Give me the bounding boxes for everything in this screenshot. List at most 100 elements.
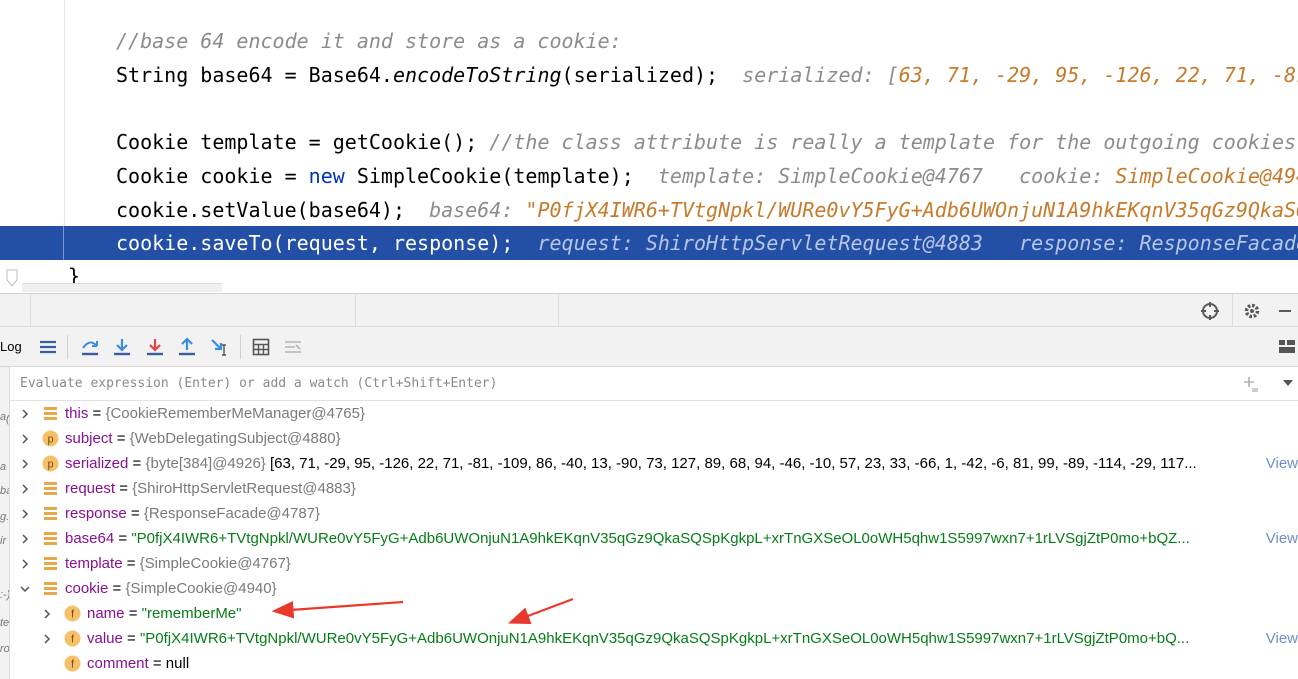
chevron-down-icon[interactable] (1282, 379, 1294, 387)
variable-string-value: "P0fjX4IWR6+TVtgNpkl/WURe0vY5FyG+Adb6UWO… (139, 630, 1190, 647)
view-link[interactable]: View (1263, 451, 1298, 476)
code-comment: //the class attribute is really a templa… (489, 130, 1297, 154)
equals-sign: = (126, 505, 144, 522)
field-list-icon (42, 505, 59, 522)
variable-row-cookie[interactable]: cookie = {SimpleCookie@4940} (10, 576, 1298, 601)
code-text: String base64 = Base64. (116, 63, 393, 87)
variable-row-template[interactable]: template = {SimpleCookie@4767} (10, 551, 1298, 576)
variable-text: subject = {WebDelegatingSubject@4880} (65, 426, 341, 451)
variable-text: cookie = {SimpleCookie@4940} (65, 576, 277, 601)
variables-tree: this = {CookieRememberMeManager@4765} p su… (10, 401, 1298, 679)
variable-type: {byte[384]@4926} (145, 455, 266, 472)
evaluate-expression-input[interactable] (10, 367, 1230, 399)
chevron-right-icon[interactable] (18, 501, 32, 526)
step-into-icon[interactable] (111, 336, 133, 358)
layout-icon[interactable] (1276, 336, 1298, 358)
variable-text: comment = null (87, 651, 189, 676)
inline-hint-label: cookie: (1019, 164, 1116, 188)
chevron-right-icon[interactable] (18, 551, 32, 576)
variable-text: name = "rememberMe" (87, 601, 241, 626)
code-line-cookie: Cookie cookie = new SimpleCookie(templat… (0, 159, 1298, 193)
horizontal-scrollbar[interactable] (22, 283, 222, 292)
code-text: cookie.setValue(base64); (116, 198, 405, 222)
variable-type: {CookieRememberMeManager@4765} (105, 405, 365, 422)
code-text: SimpleCookie(template); (344, 164, 634, 188)
variable-row-request[interactable]: request = {ShiroHttpServletRequest@4883} (10, 476, 1298, 501)
inline-hint-value: "P0fjX4IWR6+TVtgNpkl/WURe0vY5FyG+Adb6UWO… (525, 198, 1298, 222)
variable-row-value[interactable]: f value = "P0fjX4IWR6+TVtgNpkl/WURe0vY5Fy… (10, 626, 1298, 651)
inline-hint: response: ResponseFacade@4787 (1019, 231, 1298, 255)
equals-sign: = (128, 455, 146, 472)
inline-hint-value: SimpleCookie@4940 (1115, 164, 1298, 188)
header-divider (355, 294, 356, 328)
step-over-icon[interactable] (79, 336, 101, 358)
chevron-right-icon[interactable] (18, 426, 32, 451)
field-icon: f (64, 630, 81, 647)
log-tab[interactable]: Log (0, 339, 22, 354)
variable-name: template (65, 555, 123, 572)
code-text: cookie.saveTo(request, response); (116, 231, 514, 255)
variable-text: request = {ShiroHttpServletRequest@4883} (65, 476, 356, 501)
current-execution-line[interactable]: cookie.saveTo(request, response); reques… (0, 226, 1298, 260)
chevron-right-icon[interactable] (40, 626, 54, 651)
step-out-icon[interactable] (176, 336, 198, 358)
variable-name: this (65, 405, 89, 422)
add-watch-icon[interactable] (1242, 375, 1260, 393)
variable-type: {SimpleCookie@4940} (125, 580, 277, 597)
svg-text:p: p (47, 434, 53, 446)
equals-sign: = (122, 555, 140, 572)
toolbar-separator (240, 335, 241, 359)
left-strip-text: ro (0, 643, 10, 655)
variable-text: response = {ResponseFacade@4787} (65, 501, 320, 526)
field-list-icon (42, 555, 59, 572)
code-editor[interactable]: //base 64 encode it and store as a cooki… (0, 0, 1298, 293)
evaluate-icon[interactable] (250, 336, 272, 358)
trace-icon[interactable] (282, 336, 304, 358)
minimize-icon[interactable] (1275, 301, 1295, 321)
left-strip-text: g. (0, 511, 10, 523)
variable-row-this[interactable]: this = {CookieRememberMeManager@4765} (10, 401, 1298, 426)
left-strip-text: a (0, 461, 7, 473)
view-link[interactable]: View (1263, 626, 1298, 651)
field-list-icon (42, 580, 59, 597)
variable-row-subject[interactable]: p subject = {WebDelegatingSubject@4880} (10, 426, 1298, 451)
debugger-toolbar: Log (0, 327, 1298, 367)
variable-null-value: null (165, 655, 190, 672)
chevron-right-icon[interactable] (18, 401, 32, 426)
chevron-right-icon[interactable] (18, 451, 32, 476)
crosshair-icon[interactable] (1200, 301, 1220, 321)
field-list-icon (42, 480, 59, 497)
chevron-down-icon[interactable] (18, 576, 32, 601)
chevron-right-icon[interactable] (18, 476, 32, 501)
equals-sign: = (115, 480, 133, 497)
chevron-right-icon[interactable] (18, 526, 32, 551)
variable-text: serialized = {byte[384]@4926} [63, 71, -… (65, 451, 1197, 476)
menu-icon[interactable] (37, 336, 59, 358)
code-comment: //base 64 encode it and store as a cooki… (116, 29, 622, 53)
view-link[interactable]: View (1263, 526, 1298, 551)
field-icon: f (64, 605, 81, 622)
header-divider (30, 294, 31, 328)
force-step-into-icon[interactable] (144, 336, 166, 358)
variable-name: subject (65, 430, 113, 447)
gear-icon[interactable] (1242, 301, 1262, 321)
variable-row-comment[interactable]: f comment = null (10, 651, 1298, 676)
run-to-cursor-icon[interactable] (209, 336, 231, 358)
variable-row-response[interactable]: response = {ResponseFacade@4787} (10, 501, 1298, 526)
variable-row-serialized[interactable]: p serialized = {byte[384]@4926} [63, 71, … (10, 451, 1298, 476)
variable-string-value: "rememberMe" (141, 605, 242, 622)
variable-row-name[interactable]: f name = "rememberMe" (10, 601, 1298, 626)
variable-text: base64 = "P0fjX4IWR6+TVtgNpkl/WURe0vY5Fy… (65, 526, 1190, 551)
chevron-right-icon[interactable] (40, 601, 54, 626)
code-line-base64: String base64 = Base64.encodeToString(se… (0, 58, 1298, 92)
left-panel-edge: a ( a ba g. ir :-) te ro (0, 367, 10, 679)
variable-row-base64[interactable]: base64 = "P0fjX4IWR6+TVtgNpkl/WURe0vY5Fy… (10, 526, 1298, 551)
variable-type: {WebDelegatingSubject@4880} (129, 430, 341, 447)
variable-name: comment (87, 655, 149, 672)
field-list-icon (42, 530, 59, 547)
left-strip-text: ba (0, 485, 9, 497)
variable-string-value: "P0fjX4IWR6+TVtgNpkl/WURe0vY5FyG+Adb6UWO… (131, 530, 1190, 547)
param-icon: p (42, 430, 59, 447)
inline-hint-label: serialized: [ (742, 63, 899, 87)
variable-name: base64 (65, 530, 115, 547)
